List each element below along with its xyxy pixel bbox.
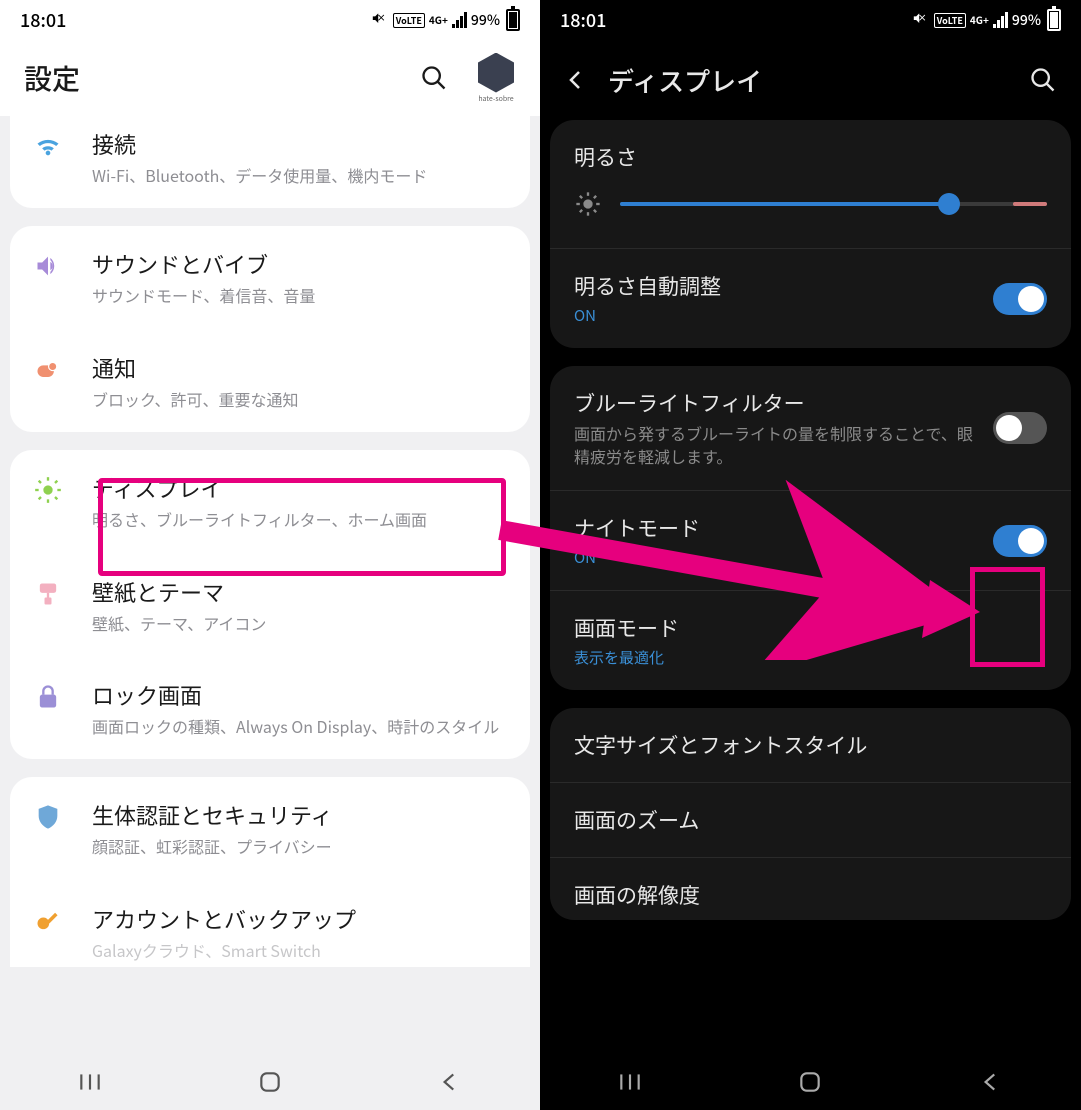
network-label: 4G+ (429, 15, 448, 25)
item-title: サウンドとバイブ (92, 248, 510, 280)
nav-recents-icon[interactable] (617, 1069, 643, 1095)
auto-brightness-row[interactable]: 明るさ自動調整 ON (550, 248, 1071, 348)
notification-icon (34, 356, 62, 384)
nav-back-icon[interactable] (978, 1069, 1004, 1095)
paint-icon (34, 580, 62, 608)
card-sound-notif: サウンドとバイブ サウンドモード、着信音、音量 通知 ブロック、許可、重要な通知 (10, 226, 530, 432)
item-status: ON (574, 547, 975, 568)
card-font-size: 文字サイズとフォントスタイル 画面のズーム 画面の解像度 (550, 708, 1071, 920)
page-title: 設定 (24, 58, 80, 98)
shield-icon (34, 803, 62, 831)
signal-icon (993, 12, 1008, 28)
nav-bar-left (0, 1054, 540, 1110)
item-sub: Wi-Fi、Bluetooth、データ使用量、機内モード (92, 164, 510, 186)
settings-item-accounts[interactable]: アカウントとバックアップ Galaxyクラウド、Smart Switch (10, 880, 530, 967)
sun-icon (574, 190, 602, 218)
item-title: アカウントとバックアップ (92, 903, 510, 935)
status-icons: VoLTE 4G+ 99% (912, 9, 1061, 31)
item-sub: 壁紙、テーマ、アイコン (92, 612, 510, 634)
clock: 18:01 (560, 7, 606, 33)
lock-icon (34, 683, 62, 711)
volte-badge: VoLTE (393, 13, 425, 28)
network-label: 4G+ (970, 15, 989, 25)
item-title: ブルーライトフィルター (574, 388, 975, 418)
item-title: ナイトモード (574, 513, 975, 543)
nav-bar-right (540, 1054, 1081, 1110)
display-header: ディスプレイ (540, 40, 1081, 120)
clock: 18:01 (20, 7, 66, 33)
item-title: 画面のズーム (574, 805, 699, 835)
item-title: ロック画面 (92, 679, 510, 711)
settings-header: 設定 hate-sobre (0, 40, 540, 116)
item-sub: サウンドモード、着信音、音量 (92, 284, 510, 306)
sound-icon (34, 252, 62, 280)
avatar-icon (476, 53, 516, 93)
settings-item-notifications[interactable]: 通知 ブロック、許可、重要な通知 (10, 329, 530, 432)
status-bar-left: 18:01 VoLTE 4G+ 99% (0, 0, 540, 40)
settings-item-sound[interactable]: サウンドとバイブ サウンドモード、着信音、音量 (10, 226, 530, 328)
zoom-row[interactable]: 画面のズーム (550, 782, 1071, 857)
volte-badge: VoLTE (934, 13, 966, 28)
item-title: 壁紙とテーマ (92, 576, 510, 608)
battery-percent: 99% (1012, 10, 1041, 30)
settings-item-lockscreen[interactable]: ロック画面 画面ロックの種類、Always On Display、時計のスタイル (10, 656, 530, 759)
item-status: ON (574, 305, 975, 326)
mute-icon (912, 11, 930, 29)
item-sub: 画面から発するブルーライトの量を制限することで、眼精疲労を軽減します。 (574, 422, 975, 468)
item-sub: 顔認証、虹彩認証、プライバシー (92, 835, 510, 857)
brightness-icon (34, 476, 62, 504)
wifi-icon (34, 132, 62, 160)
signal-icon (452, 12, 467, 28)
brightness-slider[interactable] (620, 202, 1047, 206)
back-icon[interactable] (564, 68, 588, 92)
font-row[interactable]: 文字サイズとフォントスタイル (550, 708, 1071, 782)
brightness-label: 明るさ (574, 142, 1047, 172)
annotation-highlight-nightmode-toggle (970, 567, 1045, 667)
key-icon (34, 907, 62, 935)
nav-home-icon[interactable] (797, 1069, 823, 1095)
item-title: 文字サイズとフォントスタイル (574, 730, 867, 760)
search-icon[interactable] (420, 64, 448, 92)
profile-button[interactable]: hate-sobre (476, 53, 516, 104)
page-title: ディスプレイ (608, 62, 1009, 99)
item-sub: ブロック、許可、重要な通知 (92, 388, 510, 410)
bluelight-toggle[interactable] (993, 412, 1047, 444)
avatar-caption: hate-sobre (478, 94, 513, 104)
nightmode-toggle[interactable] (993, 525, 1047, 557)
annotation-highlight-display (98, 478, 506, 576)
item-sub: 画面ロックの種類、Always On Display、時計のスタイル (92, 715, 510, 737)
search-icon[interactable] (1029, 66, 1057, 94)
battery-icon (506, 9, 520, 31)
mute-icon (371, 11, 389, 29)
nav-back-icon[interactable] (437, 1069, 463, 1095)
bluelight-row[interactable]: ブルーライトフィルター 画面から発するブルーライトの量を制限することで、眼精疲労… (550, 366, 1071, 490)
item-title: 明るさ自動調整 (574, 271, 975, 301)
status-icons: VoLTE 4G+ 99% (371, 9, 520, 31)
card-connections: 接続 Wi-Fi、Bluetooth、データ使用量、機内モード (10, 116, 530, 208)
card-brightness: 明るさ 明るさ自動調整 ON (550, 120, 1071, 348)
item-title: 画面の解像度 (574, 880, 700, 910)
card-security-group: 生体認証とセキュリティ 顔認証、虹彩認証、プライバシー アカウントとバックアップ… (10, 777, 530, 967)
battery-icon (1047, 9, 1061, 31)
item-title: 接続 (92, 128, 510, 160)
resolution-row[interactable]: 画面の解像度 (550, 857, 1071, 920)
status-bar-right: 18:01 VoLTE 4G+ 99% (540, 0, 1081, 40)
brightness-block: 明るさ (550, 120, 1071, 248)
auto-brightness-toggle[interactable] (993, 283, 1047, 315)
item-title: 生体認証とセキュリティ (92, 799, 510, 831)
display-settings-screen: 18:01 VoLTE 4G+ 99% ディスプレイ 明るさ (540, 0, 1081, 1110)
nav-recents-icon[interactable] (77, 1069, 103, 1095)
settings-list[interactable]: 接続 Wi-Fi、Bluetooth、データ使用量、機内モード サウンドとバイブ… (0, 116, 540, 1054)
item-title: 通知 (92, 352, 510, 384)
battery-percent: 99% (471, 10, 500, 30)
item-sub: Galaxyクラウド、Smart Switch (92, 939, 510, 961)
settings-item-biometrics[interactable]: 生体認証とセキュリティ 顔認証、虹彩認証、プライバシー (10, 777, 530, 879)
nav-home-icon[interactable] (257, 1069, 283, 1095)
settings-item-connections[interactable]: 接続 Wi-Fi、Bluetooth、データ使用量、機内モード (10, 116, 530, 208)
